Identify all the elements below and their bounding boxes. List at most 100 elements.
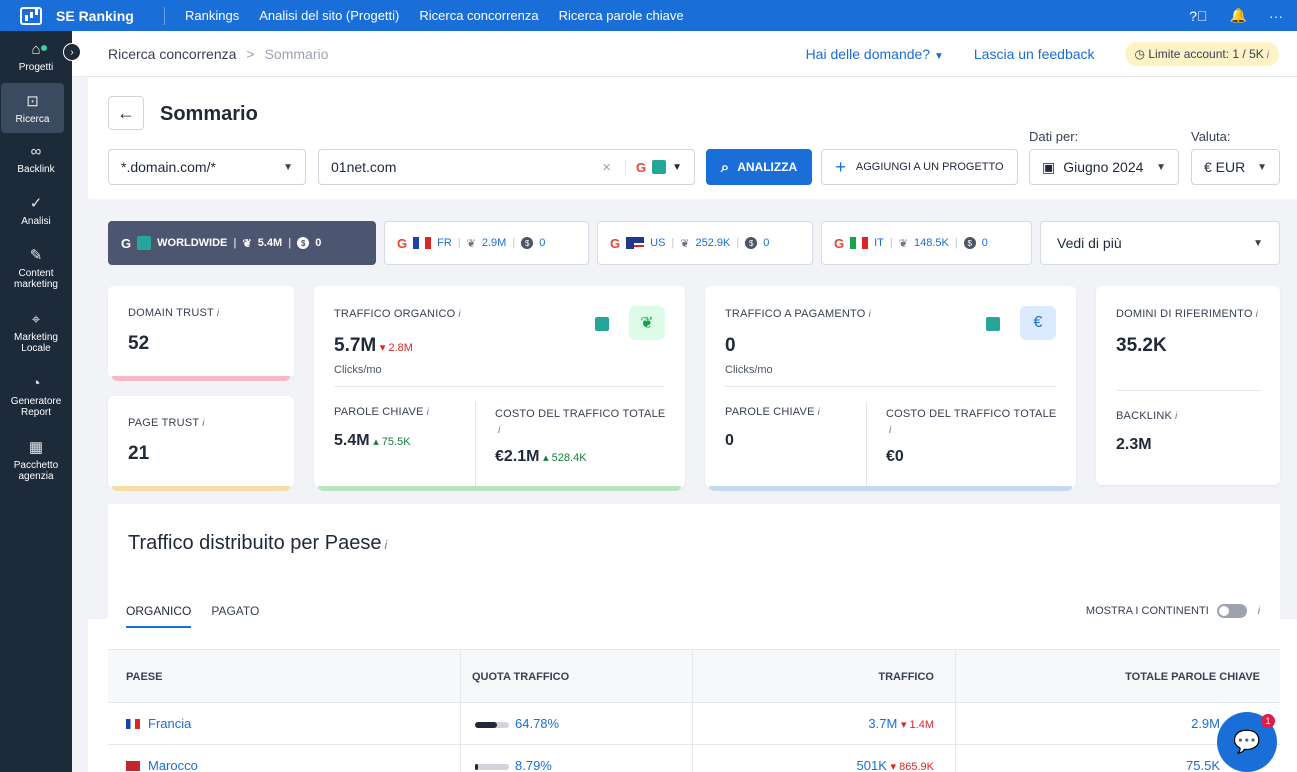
date-label: Dati per:: [1029, 129, 1079, 144]
referring-value: 35.2K: [1116, 335, 1167, 356]
card-accent: [112, 486, 290, 491]
traffic-value[interactable]: 501K: [857, 758, 887, 772]
divider: [1116, 390, 1261, 391]
nav-competitor-research[interactable]: Ricerca concorrenza: [419, 8, 538, 23]
sidebar-item-label: Pacchetto agenzia: [13, 460, 59, 482]
continents-toggle[interactable]: [1216, 604, 1247, 618]
sidebar-item-local-marketing[interactable]: ⌖ Marketing Locale: [0, 301, 72, 365]
region-paid: 0: [763, 237, 770, 249]
share-value: 8.79%: [515, 758, 552, 772]
currency-select[interactable]: € EUR ▼: [1191, 149, 1280, 185]
info-icon[interactable]: i: [1175, 411, 1177, 422]
col-share[interactable]: QUOTA TRAFFICO: [472, 671, 569, 683]
leaf-icon: ❦: [898, 237, 908, 250]
sidebar-item-label: Content marketing: [14, 268, 58, 290]
nav-site-audit[interactable]: Analisi del sito (Progetti): [259, 8, 399, 23]
sidebar-item-label: Analisi: [21, 216, 51, 227]
separator: |: [288, 237, 292, 249]
tab-organic[interactable]: ORGANICO: [126, 604, 192, 628]
region-tab-it[interactable]: G IT | ❦ 148.5K | $ 0: [821, 221, 1032, 265]
organic-label: TRAFFICO ORGANICO: [334, 308, 456, 320]
more-regions-select[interactable]: Vedi di più ▼: [1040, 221, 1280, 265]
region-tab-us[interactable]: G US | ❦ 252.9K | $ 0: [597, 221, 813, 265]
col-traffic[interactable]: TRAFFICO: [878, 671, 934, 683]
keywords-value[interactable]: 2.9M: [1191, 716, 1220, 731]
more-icon[interactable]: ···: [1269, 8, 1283, 24]
add-to-project-button[interactable]: + AGGIUNGI A UN PROGETTO: [821, 149, 1018, 185]
traffic-delta-value: 1.4M: [909, 719, 934, 731]
country-link[interactable]: Marocco: [126, 758, 198, 772]
account-limit-badge[interactable]: ◷ Limite account: 1 / 5K i: [1124, 42, 1279, 66]
bell-icon[interactable]: 🔔: [1230, 7, 1247, 24]
sidebar-item-backlink[interactable]: ∞ Backlink: [0, 133, 72, 185]
sidebar-item-research[interactable]: ⊡ Ricerca: [1, 83, 64, 133]
chat-badge: 1: [1261, 714, 1275, 728]
dollar-icon: $: [963, 237, 976, 249]
region-traffic: 2.9M: [481, 237, 507, 249]
col-keywords[interactable]: TOTALE PAROLE CHIAVE: [1125, 671, 1260, 683]
sidebar-item-content-marketing[interactable]: ✎ Content marketing: [0, 237, 72, 301]
info-icon[interactable]: i: [1258, 606, 1260, 617]
map-pin-icon: ⌖: [31, 311, 41, 328]
analyze-label: ANALIZZA: [737, 160, 798, 174]
sidebar-item-projects[interactable]: ⌂ Progetti: [0, 31, 72, 83]
feedback-link[interactable]: Lascia un feedback: [974, 46, 1095, 62]
info-icon[interactable]: i: [498, 425, 500, 436]
info-icon[interactable]: i: [202, 418, 204, 429]
search-mode-select[interactable]: *.domain.com/* ▼: [108, 149, 306, 185]
analyze-button[interactable]: ⌕ ANALIZZA: [706, 149, 812, 185]
domain-search-input[interactable]: 01net.com × G ▼: [318, 149, 695, 185]
engine-select[interactable]: G ▼: [624, 159, 682, 175]
brand[interactable]: SE Ranking: [0, 6, 164, 25]
date-value: Giugno 2024: [1063, 159, 1144, 175]
share-bar-fill: [475, 763, 478, 770]
info-icon[interactable]: i: [384, 538, 387, 552]
sidebar-item-agency-pack[interactable]: ▦ Pacchetto agenzia: [0, 429, 72, 493]
questions-dropdown[interactable]: Hai delle domande? ▼: [806, 46, 944, 62]
section-title: Traffico distribuito per Paese: [128, 532, 382, 554]
region-tab-fr[interactable]: G FR | ❦ 2.9M | $ 0: [384, 221, 589, 265]
traffic-value[interactable]: 3.7M: [868, 716, 897, 731]
edit-icon: ✎: [29, 247, 43, 264]
date-select[interactable]: ▣ Giugno 2024 ▼: [1029, 149, 1179, 185]
breadcrumb-parent[interactable]: Ricerca concorrenza: [108, 46, 236, 62]
nav-keyword-research[interactable]: Ricerca parole chiave: [559, 8, 684, 23]
globe-icon: [595, 317, 609, 331]
traffic-delta: ▾ 865.9K: [890, 761, 934, 772]
region-name: US: [650, 237, 666, 249]
add-project-label: AGGIUNGI A UN PROGETTO: [855, 161, 1004, 173]
help-icon[interactable]: ?⃝: [1189, 8, 1207, 24]
info-icon[interactable]: i: [1267, 50, 1269, 61]
region-tab-worldwide[interactable]: G WORLDWIDE | ❦ 5.4M | $ 0: [108, 221, 376, 265]
info-icon[interactable]: i: [427, 407, 429, 418]
nav-rankings[interactable]: Rankings: [185, 8, 239, 23]
keywords-value[interactable]: 75.5K: [1186, 758, 1220, 772]
clear-icon[interactable]: ×: [602, 159, 611, 176]
info-icon[interactable]: i: [818, 407, 820, 418]
info-icon[interactable]: i: [458, 309, 460, 320]
leaf-icon: ❦: [629, 306, 665, 340]
card-accent: [709, 486, 1072, 491]
chevron-down-icon: ▼: [283, 161, 293, 173]
info-icon[interactable]: i: [1256, 309, 1258, 320]
info-icon[interactable]: i: [889, 425, 891, 436]
sidebar-item-audit[interactable]: ✓ Analisi: [0, 185, 72, 237]
sidebar-item-report-builder[interactable]: ◔ Generatore Report: [0, 365, 72, 429]
country-link[interactable]: Francia: [126, 716, 191, 731]
euro-icon: €: [1020, 306, 1056, 340]
backlink-value: 2.3M: [1116, 436, 1152, 453]
back-arrow-icon[interactable]: ←: [108, 96, 144, 130]
main-content: ← Sommario Dati per: Valuta: *.domain.co…: [88, 77, 1297, 772]
info-icon[interactable]: i: [217, 308, 219, 319]
brand-name: SE Ranking: [56, 7, 134, 24]
organic-delta-value: 2.8M: [388, 342, 413, 354]
backlink-label: BACKLINK: [1116, 410, 1173, 422]
tab-paid[interactable]: PAGATO: [211, 604, 259, 628]
col-country[interactable]: PAESE: [126, 671, 162, 683]
chat-button[interactable]: 💬 1: [1217, 712, 1277, 772]
chevron-right-icon[interactable]: ›: [63, 43, 81, 61]
region-name: IT: [874, 237, 884, 249]
info-icon[interactable]: i: [869, 309, 871, 320]
traffic-tabs: ORGANICO PAGATO: [126, 604, 259, 628]
domain-value: 01net.com: [331, 159, 397, 175]
